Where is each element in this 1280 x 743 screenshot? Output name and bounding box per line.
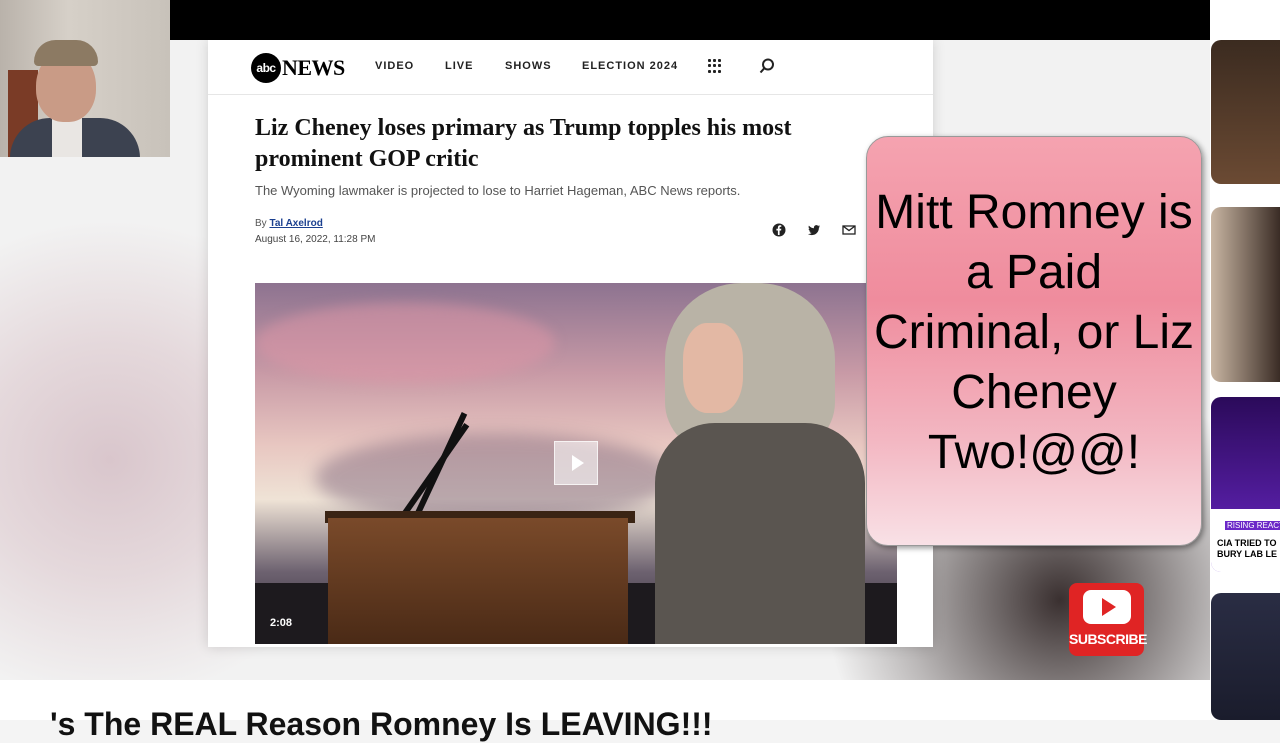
- article-video[interactable]: 2:08: [255, 283, 897, 644]
- top-bar: [0, 0, 1280, 40]
- logo-news: NEWS: [282, 55, 345, 80]
- byline: By Tal Axelrod: [255, 218, 323, 229]
- article-headline: Liz Cheney loses primary as Trump topple…: [255, 115, 792, 172]
- thumbnail-tag: RISING REACT: [1225, 521, 1280, 530]
- play-icon: [571, 455, 584, 471]
- commentary-overlay: Mitt Romney is a Paid Criminal, or Liz C…: [866, 136, 1202, 546]
- thumbnail-caption: BURY LAB LE: [1217, 549, 1278, 559]
- related-video-thumbnail[interactable]: RISING REACT CIA TRIED TO BURY LAB LE: [1211, 397, 1280, 572]
- abc-news-logo[interactable]: abc NEWS: [251, 53, 345, 83]
- search-icon[interactable]: [759, 58, 775, 74]
- video-duration: 2:08: [270, 617, 293, 629]
- by-prefix: By: [255, 218, 270, 229]
- nav-item-video[interactable]: VIDEO: [375, 60, 414, 72]
- nav-item-election[interactable]: ELECTION 2024: [582, 60, 678, 72]
- twitter-icon[interactable]: [807, 223, 821, 237]
- email-icon[interactable]: [842, 223, 856, 237]
- youtube-icon: [1083, 590, 1131, 624]
- subscribe-button[interactable]: SUBSCRIBE: [1069, 583, 1147, 656]
- author-link[interactable]: Tal Axelrod: [269, 218, 322, 229]
- article-date: August 16, 2022, 11:28 PM: [255, 234, 376, 245]
- logo-abc: abc: [251, 53, 281, 83]
- thumbnail-caption: CIA TRIED TO: [1217, 538, 1277, 548]
- nav-item-live[interactable]: LIVE: [445, 60, 473, 72]
- article-screenshot: abc NEWS VIDEO LIVE SHOWS ELECTION 2024 …: [208, 40, 933, 647]
- podium: [328, 518, 628, 644]
- facebook-icon[interactable]: [772, 223, 786, 237]
- apps-grid-icon[interactable]: [708, 59, 722, 73]
- subscribe-label: SUBSCRIBE: [1069, 631, 1147, 647]
- bottom-title-text: 's The REAL Reason Romney Is LEAVING!!!: [50, 706, 713, 742]
- webcam-feed: [0, 0, 170, 157]
- play-button[interactable]: [554, 441, 598, 485]
- related-video-thumbnail[interactable]: [1211, 40, 1280, 184]
- nav-item-shows[interactable]: SHOWS: [505, 60, 552, 72]
- related-video-thumbnail[interactable]: [1211, 207, 1280, 382]
- related-video-thumbnail[interactable]: [1211, 593, 1280, 720]
- overlay-text: Mitt Romney is a Paid Criminal, or Liz C…: [873, 186, 1195, 479]
- article-subhead: The Wyoming lawmaker is projected to los…: [255, 183, 741, 198]
- site-nav: abc NEWS VIDEO LIVE SHOWS ELECTION 2024: [208, 40, 933, 95]
